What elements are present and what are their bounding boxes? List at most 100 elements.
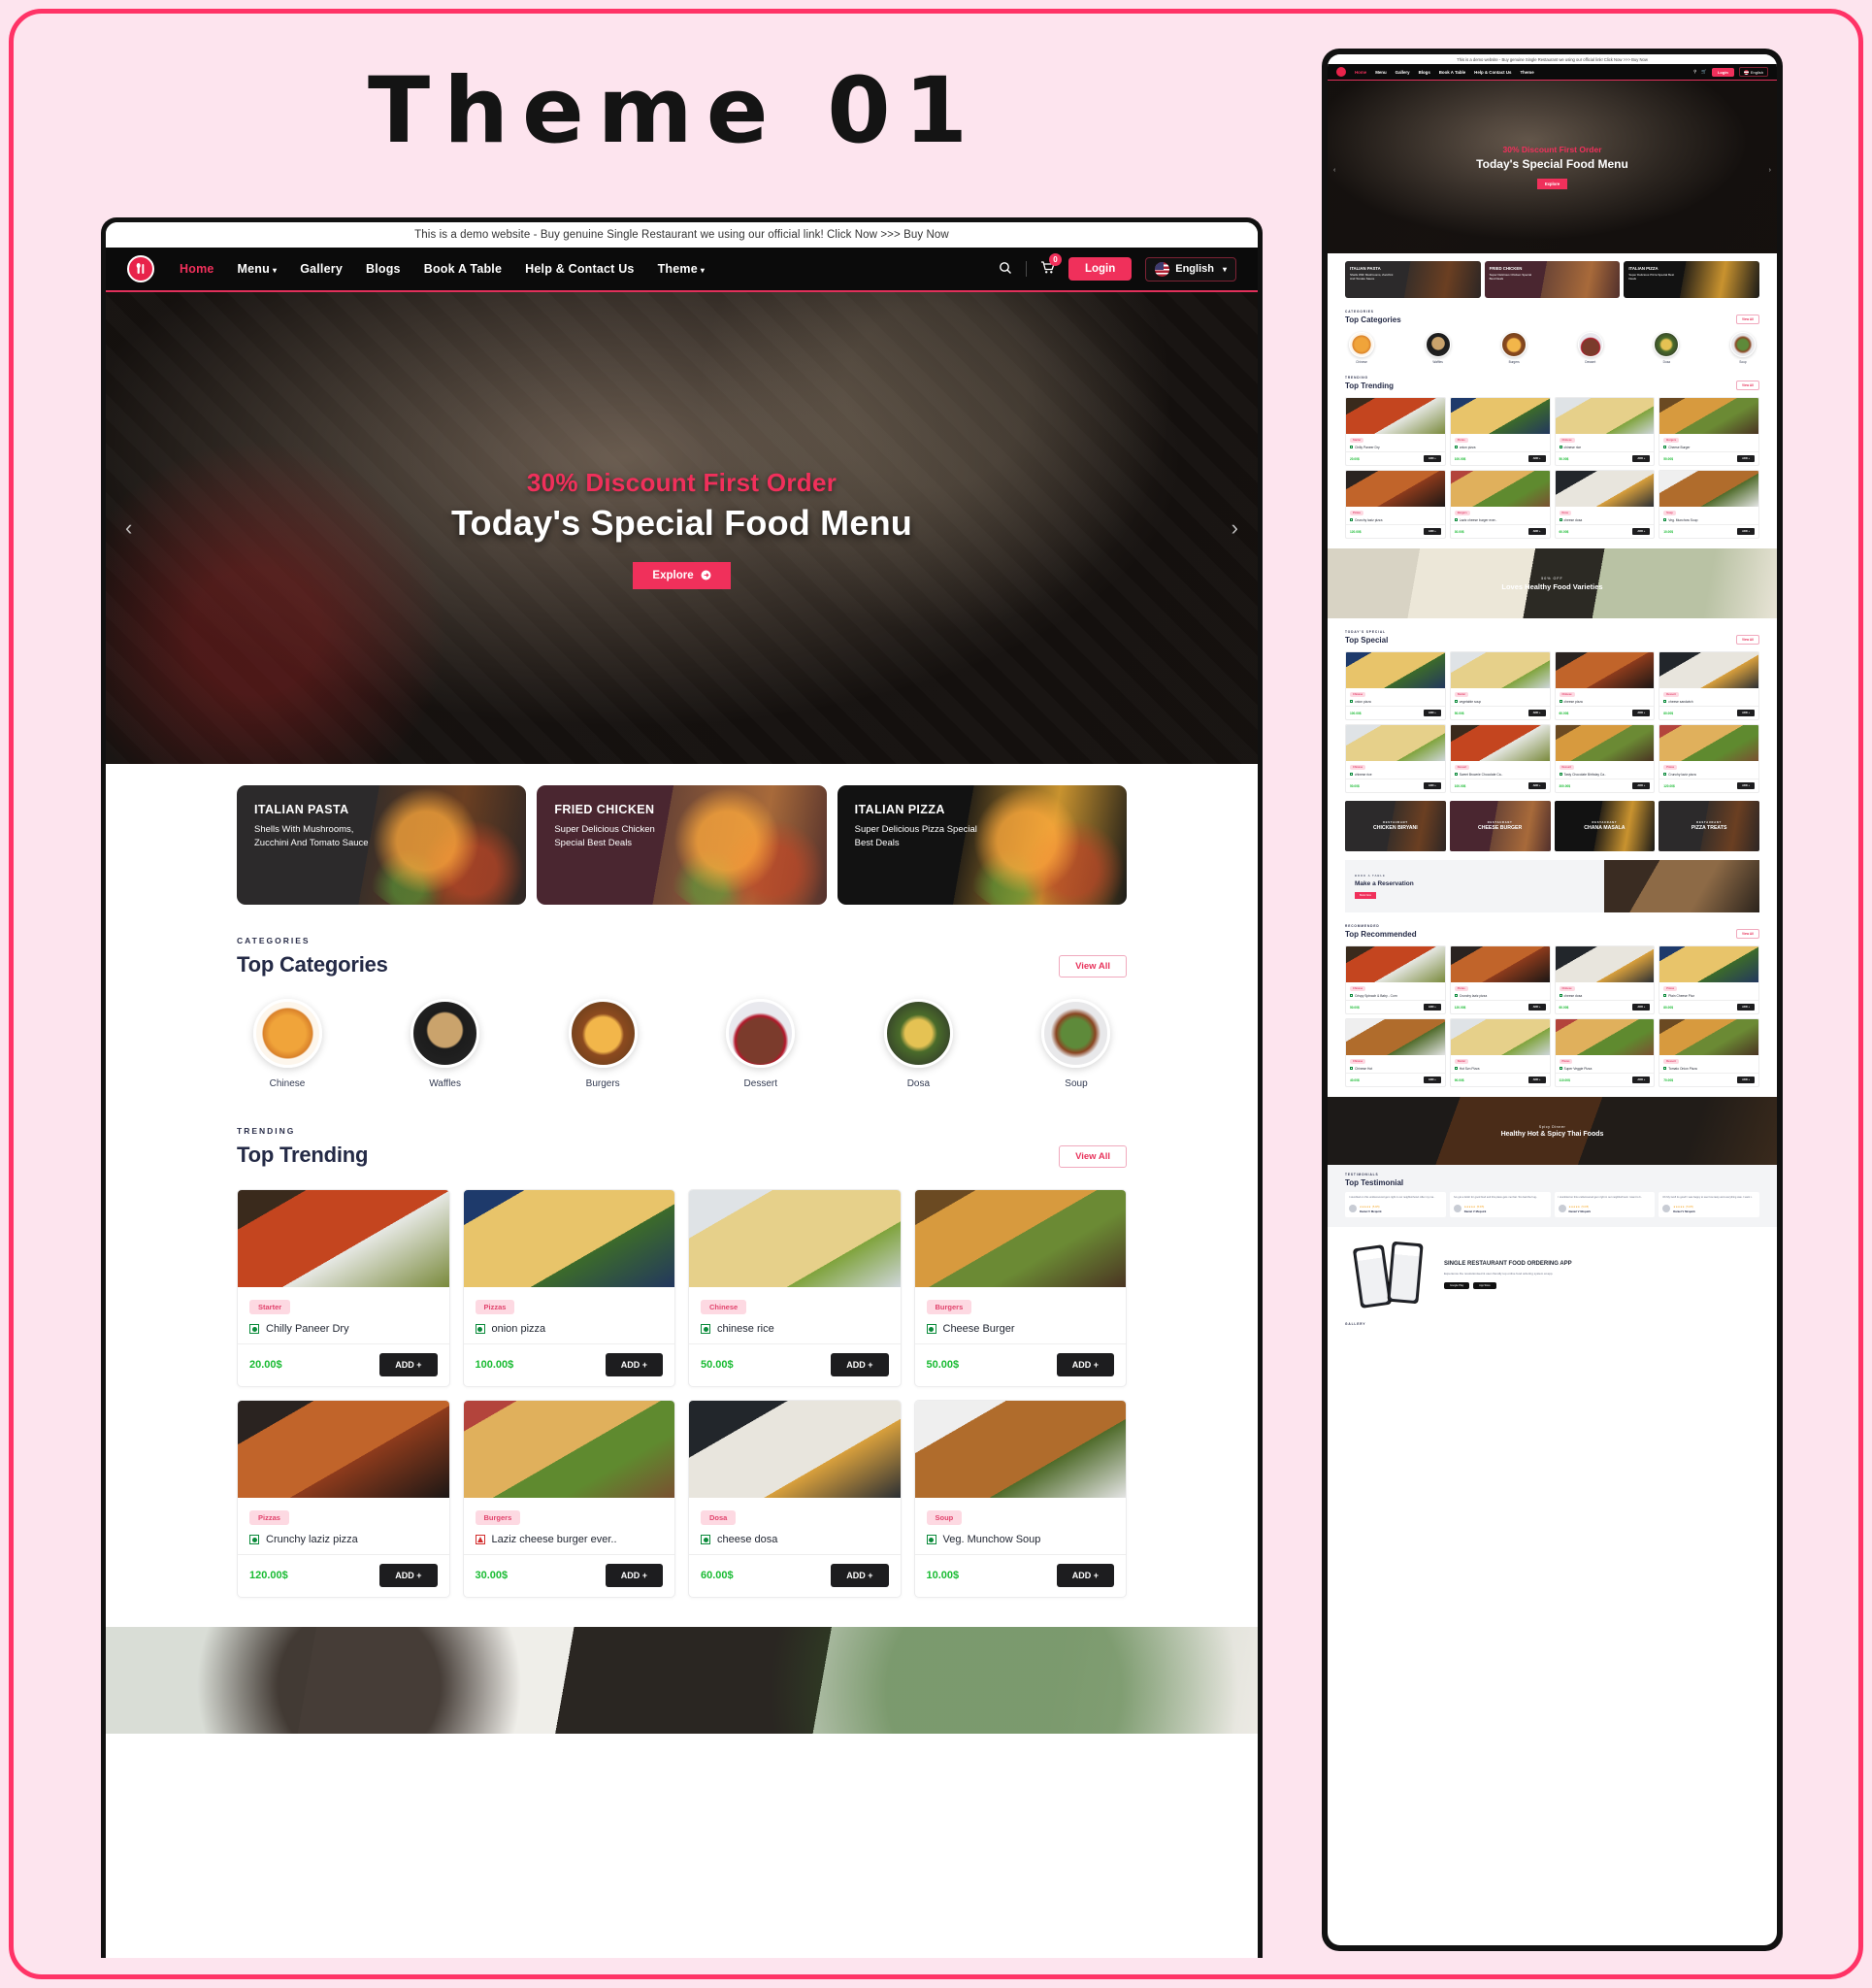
restaurant-tile-cheese-burger[interactable]: RESTAURANT CHEESE BURGER [1449, 801, 1551, 851]
add-to-cart-button[interactable]: ADD + [1423, 782, 1441, 789]
product-card[interactable]: Pizzas onion pizza 100.00$ ADD + [1449, 397, 1551, 466]
cart-icon[interactable]: 🛒 [1701, 69, 1707, 75]
promo-card-italian-pizza[interactable]: ITALIAN PIZZA Super Delicious Pizza Spec… [837, 785, 1127, 905]
product-card[interactable]: Dosa cheese dosa 60.00$ ADD + [1554, 470, 1656, 539]
add-to-cart-button[interactable]: ADD + [1423, 528, 1441, 535]
product-card[interactable]: Dessert Sweet Brownie Chocolate Ca.. 100.0… [1449, 724, 1551, 793]
add-to-cart-button[interactable]: ADD + [1056, 1564, 1114, 1587]
add-to-cart-button[interactable]: ADD + [1423, 455, 1441, 462]
nav-item-home[interactable]: Home [1355, 70, 1366, 75]
category-item-dosa[interactable]: Dosa [875, 999, 961, 1089]
product-card[interactable]: Pizzas onion pizza 100.00$ ADD + [462, 1189, 675, 1387]
category-item-waffles[interactable]: Waffles [1424, 332, 1453, 364]
add-to-cart-button[interactable]: ADD + [1737, 528, 1755, 535]
login-button[interactable]: Login [1067, 257, 1133, 281]
view-all-categories-button[interactable]: View All [1735, 315, 1759, 324]
add-to-cart-button[interactable]: ADD + [1527, 455, 1546, 462]
product-card[interactable]: Chinese chinese rice 50.00$ ADD + [1554, 397, 1656, 466]
view-all-recommended-button[interactable]: View All [1735, 929, 1759, 939]
chevron-right-icon[interactable]: › [1769, 167, 1771, 174]
product-card[interactable]: Chinese chinese rice 50.00$ ADD + [1345, 724, 1446, 793]
nav-item-menu[interactable]: Menu ▾ [238, 262, 278, 276]
restaurant-tile-chana-masala[interactable]: RESTAURANT CHANA MASALA [1554, 801, 1656, 851]
language-selector[interactable]: English [1738, 67, 1768, 77]
add-to-cart-button[interactable]: ADD + [1527, 782, 1546, 789]
view-all-special-button[interactable]: View All [1735, 635, 1759, 645]
product-card[interactable]: Starter Hot Szn Pizza 90.00$ ADD + [1449, 1018, 1551, 1087]
product-card[interactable]: Burgers Cheese Burger 50.00$ ADD + [913, 1189, 1127, 1387]
restaurant-tile-pizza-treats[interactable]: RESTAURANT PIZZA TREATS [1659, 801, 1759, 851]
add-to-cart-button[interactable]: ADD + [1527, 528, 1546, 535]
app-store-badge[interactable]: App Store [1473, 1281, 1496, 1289]
category-item-soup[interactable]: Soup [1034, 999, 1119, 1089]
promo-card-fried-chicken[interactable]: FRIED CHICKEN Super Delicious Chicken Sp… [1484, 261, 1621, 298]
product-card[interactable]: Dosa cheese dosa 60.00$ ADD + [688, 1400, 902, 1598]
product-card[interactable]: Pizzas Crunchy laziz pizza 120.00$ ADD + [1449, 945, 1551, 1014]
nav-item-book-a-table[interactable]: Book A Table [424, 262, 502, 276]
search-icon[interactable]: ⚲ [1693, 69, 1696, 75]
category-item-dessert[interactable]: Dessert [718, 999, 804, 1089]
nav-item-help-contact[interactable]: Help & Contact Us [1474, 70, 1511, 75]
product-card[interactable]: Burgers Laziz cheese burger ever.. 30.00… [462, 1400, 675, 1598]
add-to-cart-button[interactable]: ADD + [831, 1353, 889, 1376]
product-card[interactable]: Starter Chilly Paneer Dry 20.00$ ADD + [1345, 397, 1446, 466]
category-item-chinese[interactable]: Chinese [1347, 332, 1376, 364]
product-card[interactable]: Dessert cheese sandwich 80.00$ ADD + [1659, 651, 1759, 720]
category-item-chinese[interactable]: Chinese [245, 999, 330, 1089]
add-to-cart-button[interactable]: ADD + [1737, 1004, 1755, 1011]
product-card[interactable]: Chinese cheese pizza 60.00$ ADD + [1554, 651, 1656, 720]
product-card[interactable]: Chinese Crispy Spinach & Baby - Corn 50.00… [1345, 945, 1446, 1014]
spoon-fork-icon[interactable] [1336, 67, 1346, 77]
product-card[interactable]: Starter vegetable soup 50.00$ ADD + [1449, 651, 1551, 720]
add-to-cart-button[interactable]: ADD + [1056, 1353, 1114, 1376]
add-to-cart-button[interactable]: ADD + [1527, 1004, 1546, 1011]
explore-button[interactable]: Explore [633, 561, 731, 589]
search-icon[interactable] [999, 261, 1012, 278]
category-item-dosa[interactable]: Dosa [1652, 332, 1681, 364]
google-play-badge[interactable]: Google Play [1444, 1281, 1470, 1289]
add-to-cart-button[interactable]: ADD + [1527, 1077, 1546, 1083]
nav-item-home[interactable]: Home [180, 262, 214, 276]
product-card[interactable]: Starter Chilly Paneer Dry 20.00$ ADD + [237, 1189, 450, 1387]
product-card[interactable]: Burgers Cheese Burger 50.00$ ADD + [1659, 397, 1759, 466]
product-card[interactable]: Soup Veg. Munchow Soup 10.00$ ADD + [1659, 470, 1759, 539]
add-to-cart-button[interactable]: ADD + [1632, 528, 1651, 535]
add-to-cart-button[interactable]: ADD + [1632, 455, 1651, 462]
chevron-left-icon[interactable]: ‹ [125, 515, 132, 541]
add-to-cart-button[interactable]: ADD + [379, 1353, 438, 1376]
add-to-cart-button[interactable]: ADD + [605, 1353, 663, 1376]
add-to-cart-button[interactable]: ADD + [605, 1564, 663, 1587]
nav-item-gallery[interactable]: Gallery [1396, 70, 1410, 75]
view-all-categories-button[interactable]: View All [1059, 955, 1127, 977]
book-now-button[interactable]: Book Now [1355, 892, 1376, 899]
product-card[interactable]: Dessert Tomato Onion Pizza 70.00$ ADD + [1659, 1018, 1759, 1087]
nav-item-help-contact[interactable]: Help & Contact Us [525, 262, 634, 276]
add-to-cart-button[interactable]: ADD + [1423, 1077, 1441, 1083]
chevron-left-icon[interactable]: ‹ [1333, 167, 1335, 174]
spoon-fork-icon[interactable] [127, 255, 154, 282]
add-to-cart-button[interactable]: ADD + [1632, 1004, 1651, 1011]
add-to-cart-button[interactable]: ADD + [1737, 455, 1755, 462]
add-to-cart-button[interactable]: ADD + [1737, 782, 1755, 789]
login-button[interactable]: Login [1711, 67, 1734, 77]
chevron-right-icon[interactable]: › [1232, 515, 1238, 541]
add-to-cart-button[interactable]: ADD + [1632, 710, 1651, 716]
nav-item-book-a-table[interactable]: Book A Table [1439, 70, 1465, 75]
product-card[interactable]: Chinese onion pizza 100.00$ ADD + [1345, 651, 1446, 720]
add-to-cart-button[interactable]: ADD + [1632, 1077, 1651, 1083]
nav-item-theme[interactable]: Theme ▾ [658, 262, 706, 276]
product-card[interactable]: Pizzas Plain Cheese Pizz 80.00$ ADD + [1659, 945, 1759, 1014]
product-card[interactable]: Chinese chinese rice 50.00$ ADD + [688, 1189, 902, 1387]
nav-item-blogs[interactable]: Blogs [1419, 70, 1430, 75]
category-item-soup[interactable]: Soup [1728, 332, 1757, 364]
category-item-burgers[interactable]: Burgers [560, 999, 645, 1089]
promo-card-italian-pizza[interactable]: ITALIAN PIZZA Super Delicious Pizza Spec… [1624, 261, 1760, 298]
promo-card-italian-pasta[interactable]: ITALIAN PASTA Shells With Mushrooms, Zuc… [1345, 261, 1481, 298]
promo-card-italian-pasta[interactable]: ITALIAN PASTA Shells With Mushrooms, Zuc… [237, 785, 527, 905]
add-to-cart-button[interactable]: ADD + [831, 1564, 889, 1587]
restaurant-tile-chicken-biryani[interactable]: RESTAURANT CHICKEN BIRYANI [1345, 801, 1446, 851]
product-card[interactable]: Chinese cheese dosa 60.00$ ADD + [1554, 945, 1656, 1014]
add-to-cart-button[interactable]: ADD + [1527, 710, 1546, 716]
language-selector[interactable]: English ▾ [1145, 256, 1236, 282]
nav-item-gallery[interactable]: Gallery [300, 262, 343, 276]
